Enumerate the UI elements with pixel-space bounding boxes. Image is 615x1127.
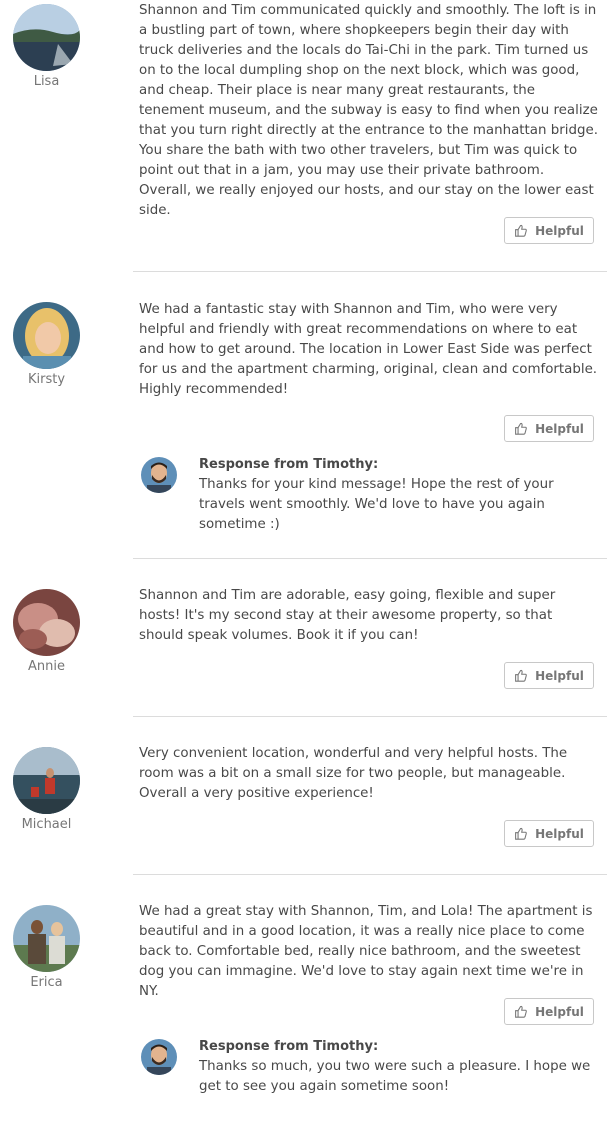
helpful-label: Helpful xyxy=(535,826,584,841)
helpful-label: Helpful xyxy=(535,421,584,436)
divider xyxy=(133,558,607,559)
reviewer-name: Michael xyxy=(21,817,72,832)
divider xyxy=(133,271,607,272)
thumbs-up-icon xyxy=(514,224,527,237)
review-text: We had a fantastic stay with Shannon and… xyxy=(139,302,598,397)
avatar-annie[interactable] xyxy=(13,589,80,656)
review-text: Shannon and Tim are adorable, easy going… xyxy=(139,588,556,643)
review-text: Shannon and Tim communicated quickly and… xyxy=(139,3,598,218)
helpful-button[interactable]: Helpful xyxy=(504,820,594,847)
thumbs-up-icon xyxy=(514,1005,527,1018)
thumbs-up-icon xyxy=(514,827,527,840)
avatar-kirsty[interactable] xyxy=(13,302,80,369)
review-text: We had a great stay with Shannon, Tim, a… xyxy=(139,904,593,999)
helpful-label: Helpful xyxy=(535,1004,584,1019)
thumbs-up-icon xyxy=(514,422,527,435)
reviewer-name: Kirsty xyxy=(27,372,66,387)
reviewer-name: Erica xyxy=(30,975,63,990)
host-avatar[interactable] xyxy=(141,457,177,493)
avatar-lisa[interactable] xyxy=(13,4,80,71)
helpful-label: Helpful xyxy=(535,668,584,683)
helpful-button[interactable]: Helpful xyxy=(504,662,594,689)
divider xyxy=(133,874,607,875)
response-title: Response from Timothy: xyxy=(199,457,379,472)
helpful-button[interactable]: Helpful xyxy=(504,415,594,442)
host-avatar[interactable] xyxy=(141,1039,177,1075)
review-text: Very convenient location, wonderful and … xyxy=(139,746,568,801)
helpful-button[interactable]: Helpful xyxy=(504,217,594,244)
reviewer-name: Annie xyxy=(28,659,65,674)
response-text: Thanks for your kind message! Hope the r… xyxy=(199,477,554,532)
helpful-label: Helpful xyxy=(535,223,584,238)
response-title: Response from Timothy: xyxy=(199,1039,379,1054)
helpful-button[interactable]: Helpful xyxy=(504,998,594,1025)
response-text: Thanks so much, you two were such a plea… xyxy=(199,1059,591,1094)
reviewer-name: Lisa xyxy=(33,74,60,89)
divider xyxy=(133,716,607,717)
thumbs-up-icon xyxy=(514,669,527,682)
avatar-erica[interactable] xyxy=(13,905,80,972)
avatar-michael[interactable] xyxy=(13,747,80,814)
